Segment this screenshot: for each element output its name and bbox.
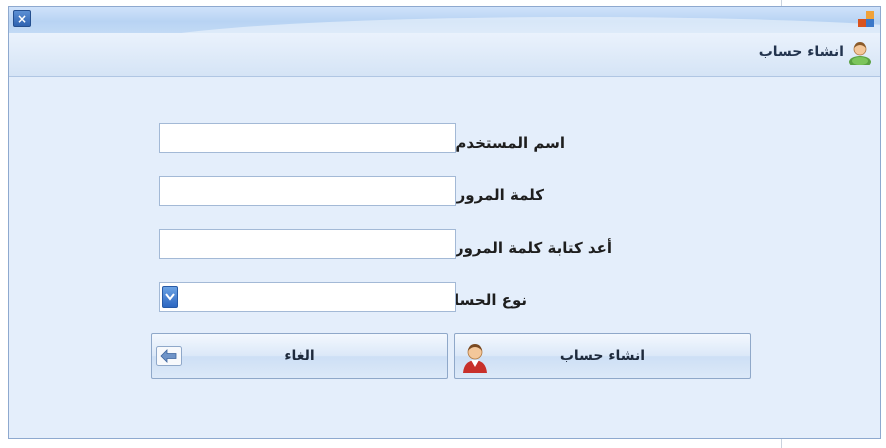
app-icon [858,11,876,29]
account-type-select[interactable] [159,282,456,312]
username-input[interactable] [159,123,456,153]
cancel-button-label: الغاء [284,348,315,364]
title-bar-gloss [129,17,880,33]
close-icon: × [16,12,28,26]
account-type-dropdown-button[interactable] [162,286,178,308]
confirm-password-input[interactable] [159,229,456,259]
username-label: اسم المستخدم : [444,134,565,152]
password-input[interactable] [159,176,456,206]
person-icon [463,344,487,373]
title-bar[interactable]: × [9,7,880,33]
user-icon [849,42,871,65]
create-account-button[interactable]: انشاء حساب [454,333,751,379]
password-label: كلمة المرور : [445,186,544,204]
close-button[interactable]: × [13,10,31,27]
confirm-password-label: أعد كتابة كلمة المرور : [443,239,612,257]
create-account-window: × انشاء حساب اسم المستخدم : كلمة المرور … [8,6,881,439]
create-account-button-label: انشاء حساب [559,348,646,364]
page-title: انشاء حساب [758,44,844,60]
header-band: انشاء حساب [9,33,880,77]
chevron-down-icon [165,293,175,301]
arrow-left-icon [156,346,182,366]
cancel-button[interactable]: الغاء [151,333,448,379]
